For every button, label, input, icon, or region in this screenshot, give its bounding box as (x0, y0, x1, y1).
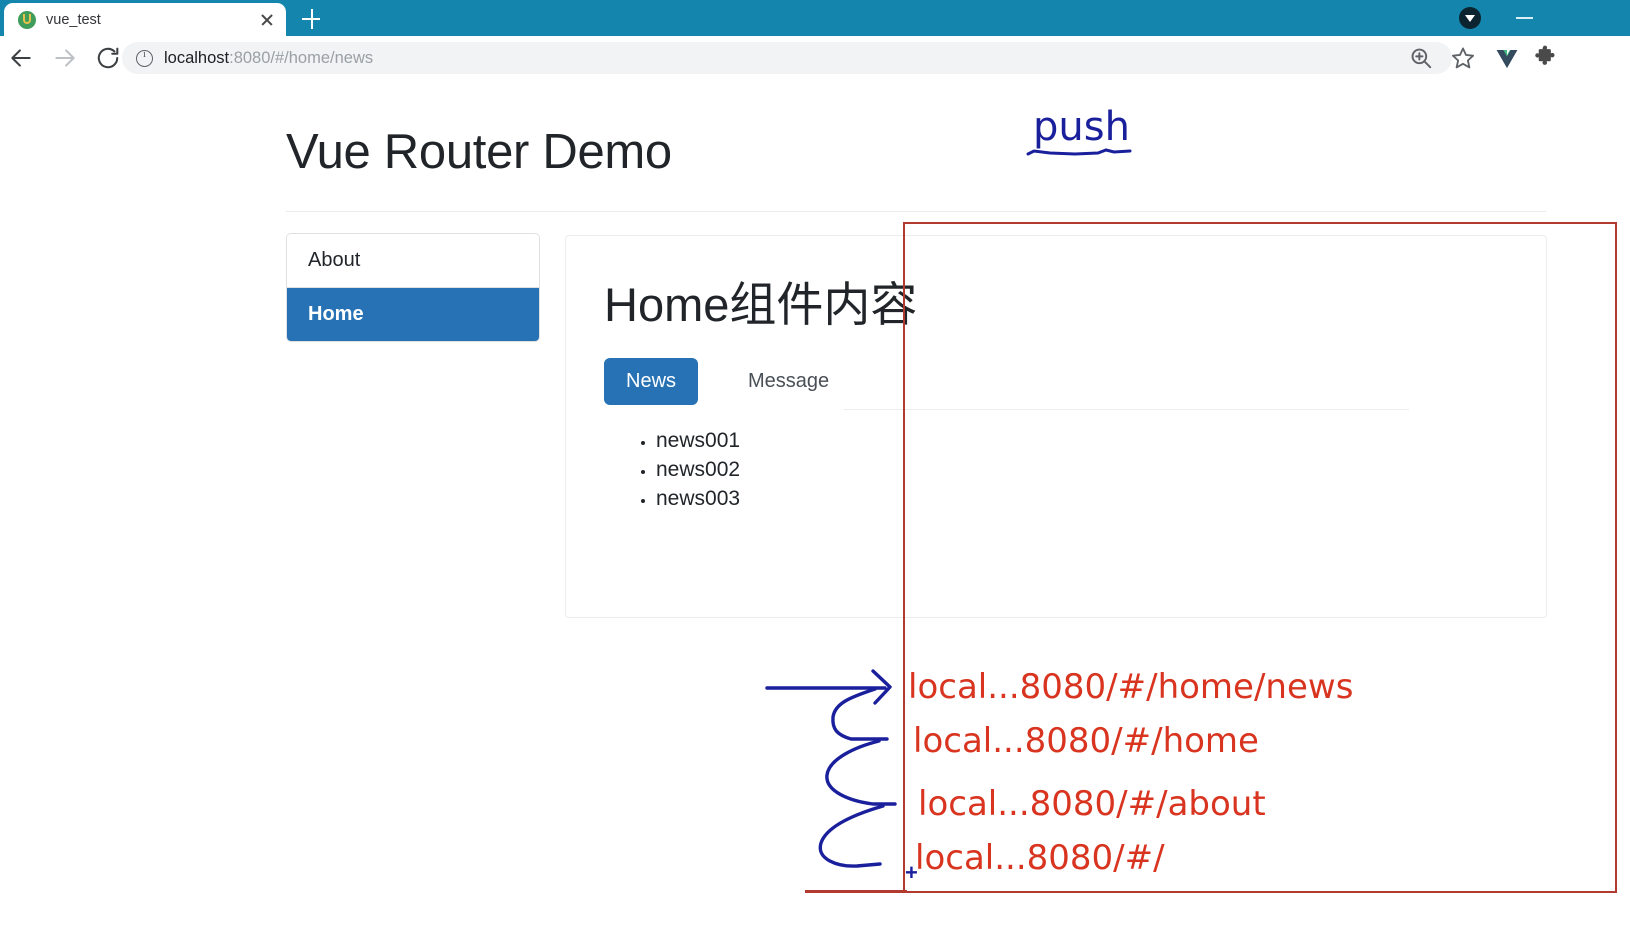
list-item[interactable]: news001 (656, 426, 740, 455)
star-icon[interactable] (1450, 45, 1476, 71)
vue-devtools-icon[interactable] (1494, 45, 1520, 71)
address-bar-url: localhost:8080/#/home/news (164, 49, 1452, 68)
tab-news[interactable]: News (604, 358, 699, 405)
reload-icon[interactable] (95, 45, 121, 71)
news-list: news001 news002 news003 (604, 426, 740, 514)
tab-divider (844, 409, 1409, 410)
record-indicator-icon (1459, 7, 1481, 29)
content-tab-bar: News Message (604, 358, 1514, 414)
sidebar-item-home[interactable]: Home (287, 288, 539, 341)
title-divider (286, 211, 1546, 212)
tab-title: vue_test (46, 11, 101, 28)
list-item[interactable]: news003 (656, 484, 740, 513)
url-path: :8080/#/home/news (229, 48, 374, 67)
address-bar[interactable]: localhost:8080/#/home/news (122, 42, 1452, 74)
minimize-button[interactable] (1508, 6, 1542, 30)
browser-chrome: vue_test localhost:8080/#/home/news (0, 0, 1630, 80)
vue-favicon-icon (18, 10, 36, 29)
page-title: Vue Router Demo (286, 125, 672, 179)
zoom-magnifier-icon[interactable] (1408, 45, 1434, 71)
tab-strip: vue_test (0, 0, 1630, 36)
info-circle-icon[interactable] (136, 48, 153, 67)
url-host: localhost (164, 48, 230, 67)
browser-toolbar: localhost:8080/#/home/news (0, 36, 1630, 80)
close-icon[interactable] (254, 7, 280, 33)
browser-tab[interactable]: vue_test (4, 3, 286, 36)
back-arrow-icon[interactable] (8, 45, 34, 71)
forward-arrow-icon[interactable] (52, 45, 78, 71)
list-item[interactable]: news002 (656, 455, 740, 484)
extensions-puzzle-icon[interactable] (1532, 45, 1558, 71)
new-tab-button[interactable] (296, 5, 326, 33)
tab-message[interactable]: Message (726, 358, 851, 405)
sidebar-nav: About Home (286, 233, 540, 342)
web-page-content: Vue Router Demo About Home Home组件内容 News… (0, 80, 1630, 938)
component-title: Home组件内容 (604, 278, 918, 331)
sidebar-item-about[interactable]: About (287, 234, 539, 288)
